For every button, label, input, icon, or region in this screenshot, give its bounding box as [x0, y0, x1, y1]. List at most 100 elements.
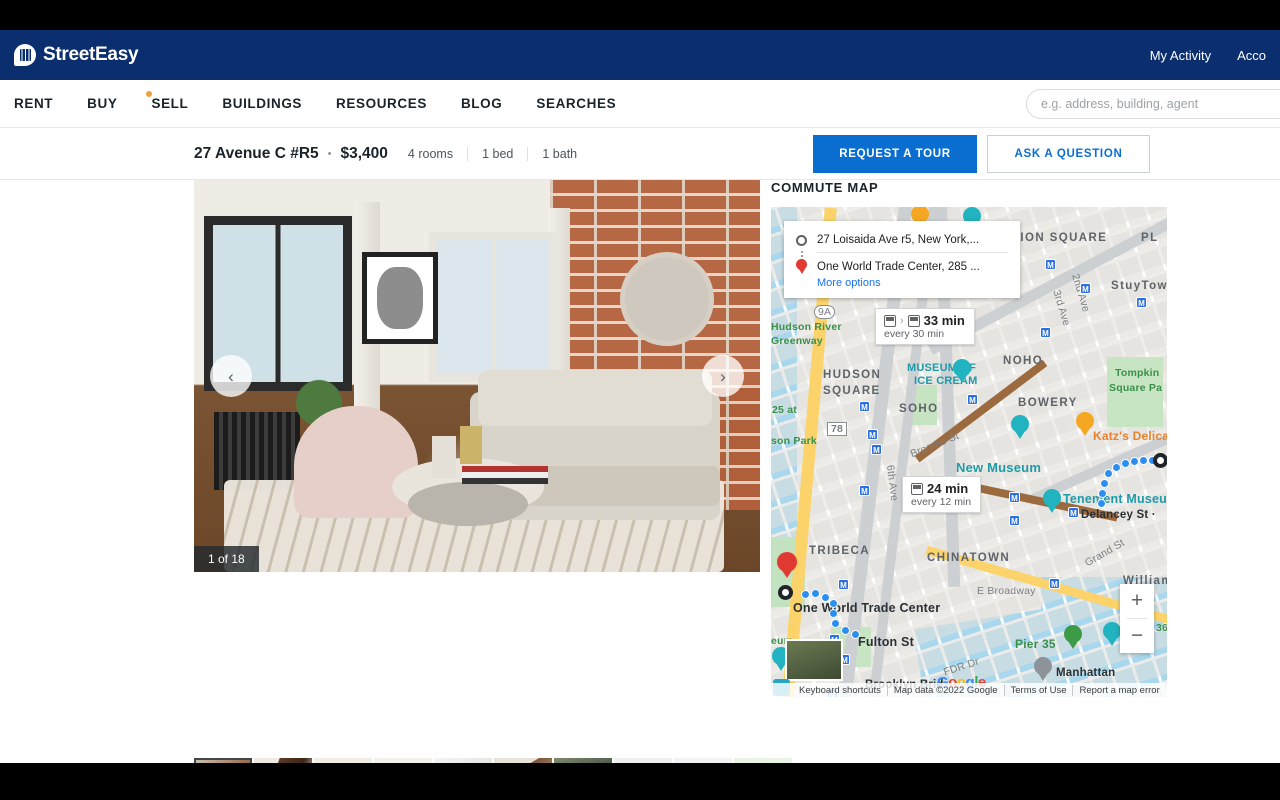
map-zoom-controls[interactable]: + − [1120, 584, 1154, 653]
nav-item-buy[interactable]: BUY [87, 96, 117, 111]
circle-outline-icon [796, 234, 807, 246]
route-duration: 24 min [927, 481, 969, 496]
armchair [294, 406, 418, 518]
map-label-bowery: BOWERY [1018, 397, 1078, 409]
search-container [1026, 89, 1280, 119]
listing-facts: 4 rooms 1 bed 1 bath [408, 146, 591, 161]
map-label-tompkins-sq-park: Square Pa [1109, 382, 1163, 394]
map-label-tompkins: Tompkin [1115, 367, 1160, 379]
request-a-tour-button[interactable]: REQUEST A TOUR [813, 135, 977, 173]
chevron-right-icon: › [720, 366, 726, 386]
gallery-prev-button[interactable]: ‹ [210, 355, 252, 397]
map-label-pl: PL [1141, 232, 1159, 244]
zoom-out-button[interactable]: − [1120, 619, 1154, 653]
directions-origin-text: 27 Loisaida Ave r5, New York,... [817, 234, 980, 246]
subway-icon[interactable]: M [967, 394, 978, 405]
map-label-noho: NOHO [1003, 355, 1044, 367]
nav-item-buildings[interactable]: BUILDINGS [222, 96, 302, 111]
round-mirror [620, 252, 714, 346]
streeteasy-logo[interactable]: StreetEasy [14, 44, 139, 66]
directions-destination-row[interactable]: One World Trade Center, 285 ... [796, 256, 1008, 277]
map-label-soho: SOHO [899, 403, 939, 415]
subway-icon[interactable]: M [1049, 578, 1060, 589]
route-origin-marker [1153, 453, 1167, 468]
map-label-e-broadway: E Broadway [977, 585, 1036, 597]
route-badge-33min[interactable]: › 33 min every 30 min [875, 308, 975, 345]
window-right [429, 232, 557, 382]
subway-icon[interactable]: M [871, 444, 882, 455]
report-map-error-link[interactable]: Report a map error [1072, 684, 1165, 696]
subway-icon[interactable]: M [1136, 297, 1147, 308]
poi-pin-manhattan[interactable] [1103, 622, 1121, 646]
route-frequency: every 30 min [884, 328, 945, 340]
route-badge-24min[interactable]: 24 min every 12 min [902, 476, 982, 513]
poi-pin-museum-of-ice-cream[interactable] [953, 359, 971, 383]
divider [817, 252, 1008, 253]
map-label-katzs: Katz's Delica [1093, 429, 1167, 443]
search-input[interactable] [1026, 89, 1280, 119]
zoom-in-button[interactable]: + [1120, 584, 1154, 618]
chevron-left-icon: ‹ [228, 366, 234, 386]
terms-of-use-link[interactable]: Terms of Use [1003, 684, 1073, 696]
map-label-chinatown: CHINATOWN [927, 552, 1011, 564]
poi-pin-pier-35[interactable] [1064, 625, 1082, 649]
poi-pin-katzs-deli[interactable] [1076, 412, 1094, 436]
subway-icon[interactable]: M [1009, 515, 1020, 526]
google-map[interactable]: UNION SQUARE PL StuyTow Hudson River Gre… [771, 207, 1167, 697]
poi-pin-ferry[interactable] [1034, 657, 1052, 681]
commute-map-title: COMMUTE MAP [771, 180, 879, 195]
directions-destination-text: One World Trade Center, 285 ... [817, 260, 980, 273]
map-label-25-at: 25 at [772, 404, 797, 416]
subway-icon [911, 482, 923, 495]
street-view-thumbnail[interactable] [785, 639, 843, 681]
subway-icon[interactable]: M [838, 579, 849, 590]
nav-item-rent[interactable]: RENT [14, 96, 53, 111]
subway-icon[interactable]: M [1080, 283, 1091, 294]
subway-icon[interactable]: M [859, 401, 870, 412]
route-endpoint-marker [778, 585, 793, 600]
directions-panel[interactable]: 27 Loisaida Ave r5, New York,... One Wor… [784, 221, 1020, 298]
nav-item-searches[interactable]: SEARCHES [536, 96, 616, 111]
main-content: ‹ › 1 of 18 AVAILABLE ON Available Now [0, 180, 1280, 763]
listing-price: $3,400 [340, 144, 388, 162]
commute-map-panel: COMMUTE MAP UNION SQUARE PL StuyTow Huds… [771, 180, 1167, 697]
subway-icon[interactable]: M [859, 485, 870, 496]
map-label-greenway: Greenway [771, 335, 823, 347]
map-label-delancey-st: Delancey St · [1081, 509, 1156, 521]
coffee-table-shelf [408, 482, 528, 526]
photo-gallery[interactable]: ‹ › 1 of 18 [194, 180, 760, 572]
nav-item-sell-label: SELL [151, 96, 189, 111]
subway-icon [907, 314, 920, 327]
ask-a-question-button[interactable]: ASK A QUESTION [987, 135, 1150, 173]
nav-item-resources[interactable]: RESOURCES [336, 96, 427, 111]
candle-two [460, 426, 482, 464]
map-label-new-museum: New Museum [956, 460, 1042, 475]
subway-icon[interactable]: M [867, 429, 878, 440]
directions-origin-row[interactable]: 27 Loisaida Ave r5, New York,... [796, 231, 1008, 249]
map-shield-9a: 9A [814, 305, 836, 319]
top-letterbox-bar [0, 0, 1280, 30]
subway-icon[interactable]: M [1068, 507, 1079, 518]
keyboard-shortcuts-link[interactable]: Keyboard shortcuts [793, 685, 887, 696]
poi-pin-new-museum[interactable] [1011, 415, 1029, 439]
site-navbar: StreetEasy My Activity Acco [0, 30, 1280, 80]
bottom-letterbox-bar [0, 763, 1280, 800]
nav-account[interactable]: Acco [1237, 48, 1266, 63]
photo-counter: 1 of 18 [194, 546, 259, 572]
logo-text: StreetEasy [43, 44, 139, 65]
building-speech-bubble-icon [14, 44, 36, 66]
subway-icon[interactable]: M [1009, 492, 1020, 503]
map-attribution-bar: Keyboard shortcuts Map data ©2022 Google… [771, 683, 1167, 697]
map-label-one-world-trade-center: One World Trade Center [793, 601, 941, 615]
more-options-link[interactable]: More options [817, 277, 1008, 289]
map-label-tribeca: TRIBECA [809, 545, 870, 557]
subway-icon[interactable]: M [1040, 327, 1051, 338]
gallery-next-button[interactable]: › [702, 355, 744, 397]
nav-my-activity[interactable]: My Activity [1150, 48, 1211, 63]
nav-item-blog[interactable]: BLOG [461, 96, 502, 111]
nav-item-sell[interactable]: SELL [146, 91, 189, 111]
poi-pin-tenement-museum[interactable] [1043, 489, 1061, 513]
route-destination-pin [777, 552, 797, 578]
subway-icon[interactable]: M [1045, 259, 1056, 270]
listing-summary-bar: 27 Avenue C #R5 • $3,400 4 rooms 1 bed 1… [0, 128, 1280, 180]
